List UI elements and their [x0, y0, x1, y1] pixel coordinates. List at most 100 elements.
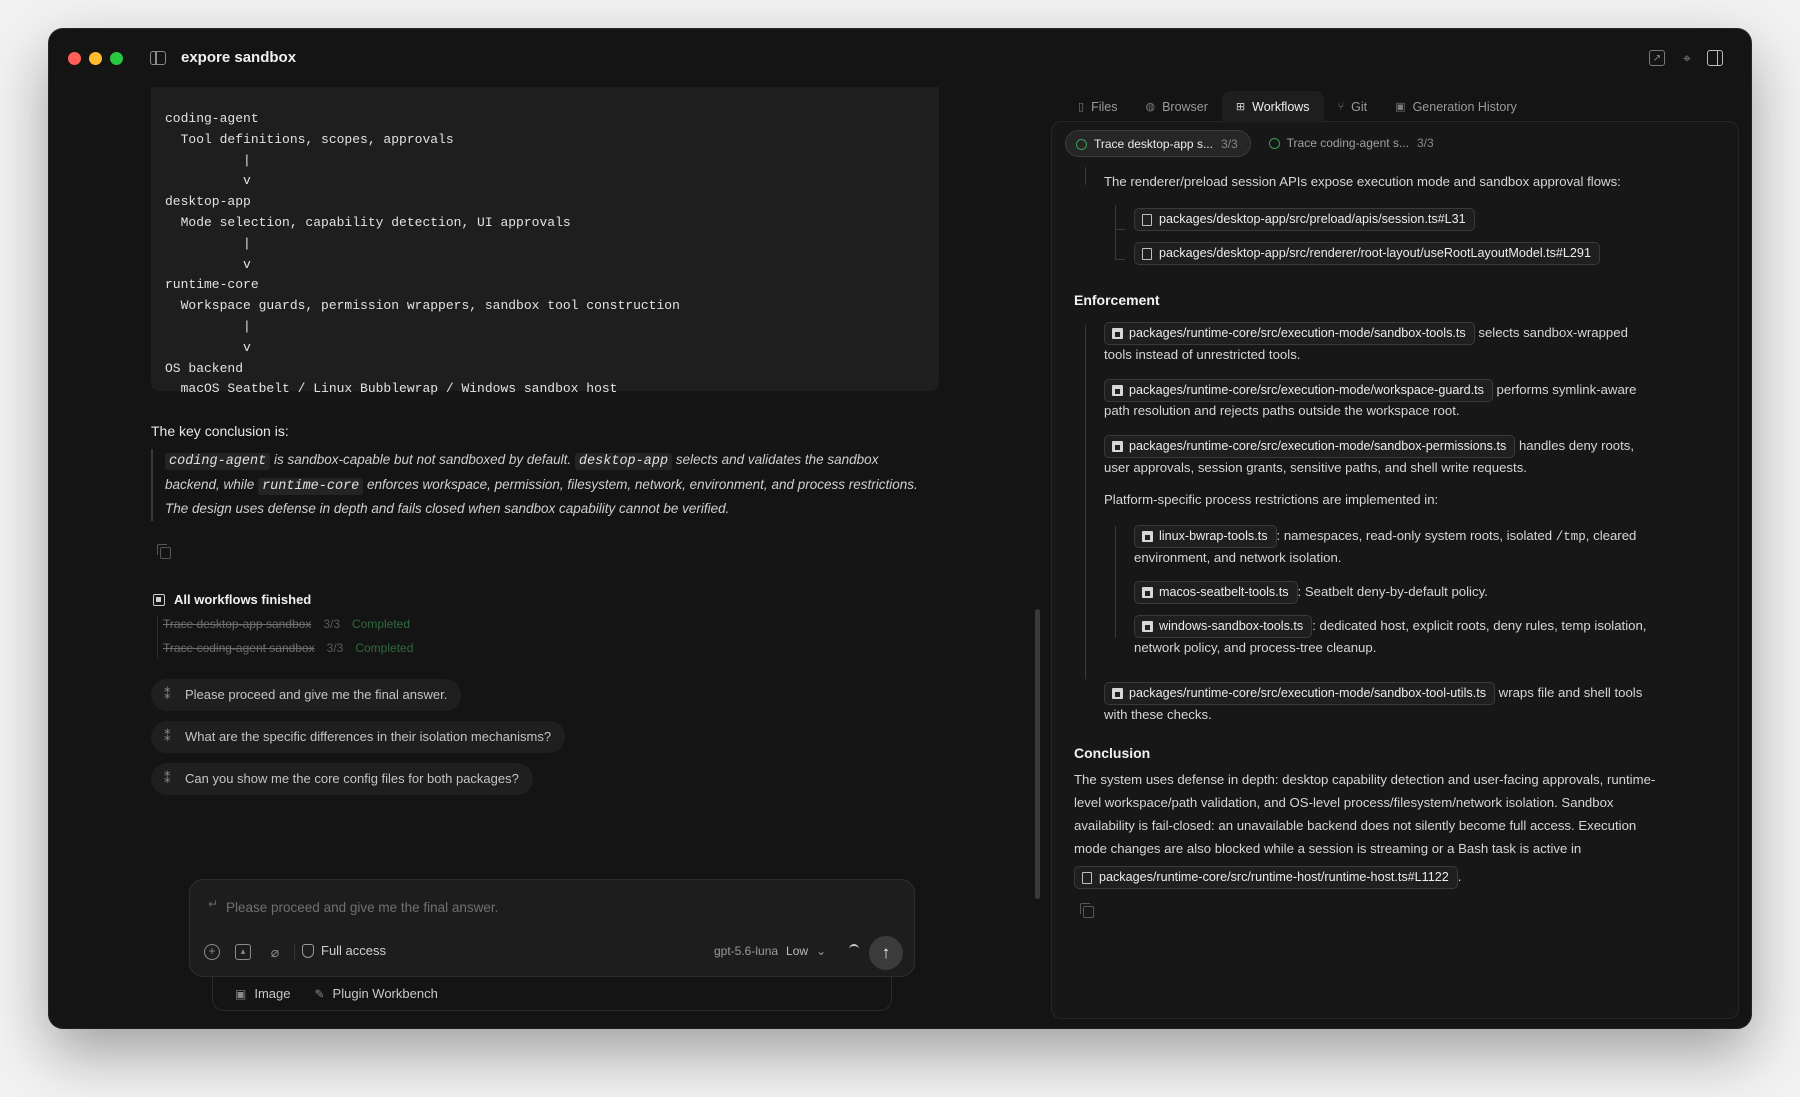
chat-scrollbar[interactable]: [1035, 609, 1040, 899]
conclusion-file-line: packages/runtime-core/src/runtime-host/r…: [1074, 866, 1461, 889]
access-selector[interactable]: Full access: [302, 943, 386, 958]
access-label: Full access: [321, 943, 387, 958]
minimize-window-button[interactable]: [89, 52, 102, 65]
check-circle-icon: [1268, 138, 1280, 149]
conclusion-quote: coding-agent is sandbox-capable but not …: [151, 449, 931, 521]
suggestion-text: Please proceed and give me the final ans…: [185, 687, 448, 702]
typescript-file-icon: [1112, 385, 1123, 396]
platform-item: macos-seatbelt-tools.ts: Seatbelt deny-b…: [1134, 581, 1488, 604]
shield-icon: [302, 943, 314, 958]
conclusion-end: .: [1457, 869, 1462, 884]
right-panel-toggle-icon[interactable]: [1707, 50, 1723, 66]
item-text: with these checks.: [1104, 707, 1212, 722]
image-attach-icon[interactable]: ▴: [235, 944, 251, 960]
share-icon[interactable]: ↗: [1649, 50, 1665, 66]
panel-tabs: ▯ Files ◍ Browser ⊞ Workflows ⑂ Git ▣ Generat…: [1064, 91, 1531, 123]
file-path: linux-bwrap-tools.ts: [1159, 529, 1268, 543]
message-input[interactable]: [226, 896, 886, 918]
tab-workflows[interactable]: ⊞ Workflows: [1221, 91, 1324, 123]
file-chip[interactable]: linux-bwrap-tools.ts: [1134, 525, 1277, 548]
check-circle-icon: [1076, 139, 1087, 150]
enforcement-item: packages/runtime-core/src/execution-mode…: [1104, 379, 1637, 402]
sidebar-toggle-icon[interactable]: [150, 51, 166, 65]
item-text: performs symlink-aware: [1492, 382, 1637, 397]
suggestion-text: Can you show me the core config files fo…: [185, 771, 519, 786]
close-window-button[interactable]: [68, 52, 81, 65]
copy-icon[interactable]: [1080, 903, 1094, 918]
file-icon: ▯: [1078, 101, 1085, 113]
file-chip[interactable]: packages/runtime-core/src/execution-mode…: [1104, 379, 1493, 402]
send-button[interactable]: ↑: [869, 936, 903, 970]
conclusion-text: mode changes are also blocked while a se…: [1074, 841, 1582, 856]
file-path: packages/runtime-core/src/execution-mode…: [1129, 439, 1507, 453]
add-icon[interactable]: +: [204, 944, 220, 960]
tree-line: [1115, 229, 1125, 230]
suggestion-chip[interactable]: ⁑ Can you show me the core config files …: [151, 763, 533, 795]
file-icon: [1142, 214, 1152, 226]
tab-label: Files: [1091, 100, 1118, 114]
zoom-window-button[interactable]: [110, 52, 123, 65]
file-reference[interactable]: packages/desktop-app/src/renderer/root-l…: [1134, 242, 1600, 265]
file-chip[interactable]: packages/desktop-app/src/preload/apis/se…: [1134, 208, 1475, 231]
sparkle-icon: ⁑: [164, 687, 171, 702]
file-chip[interactable]: packages/runtime-core/src/runtime-host/r…: [1074, 866, 1458, 889]
typescript-file-icon: [1112, 441, 1123, 452]
checkbox-icon: [153, 593, 165, 606]
tab-git[interactable]: ⑂ Git: [1324, 91, 1382, 123]
item-text: : dedicated host, explicit roots, deny r…: [1312, 618, 1647, 633]
file-reference[interactable]: packages/desktop-app/src/preload/apis/se…: [1134, 208, 1475, 231]
file-icon: [1082, 872, 1092, 884]
file-path: packages/runtime-core/src/execution-mode…: [1129, 686, 1486, 700]
item-text: network policy, and process-tree cleanup…: [1134, 640, 1377, 655]
file-chip[interactable]: packages/runtime-core/src/execution-mode…: [1104, 435, 1516, 458]
subtab-count: 3/3: [1416, 136, 1434, 150]
workflow-name: Trace desktop-app sandbox: [163, 617, 312, 631]
tab-browser[interactable]: ◍ Browser: [1131, 91, 1221, 123]
file-chip[interactable]: packages/desktop-app/src/renderer/root-l…: [1134, 242, 1600, 265]
workflows-status-label: All workflows finished: [174, 592, 312, 607]
workflow-count: 3/3: [326, 641, 344, 655]
composer-tray: ▣ Image ✎ Plugin Workbench: [212, 977, 892, 1011]
inline-code: coding-agent: [165, 453, 271, 470]
workflow-item: Trace desktop-app sandbox 3/3 Completed: [163, 617, 410, 631]
typescript-file-icon: [1142, 587, 1153, 598]
tree-line: [1085, 167, 1086, 185]
tab-label: Generation History: [1412, 100, 1517, 114]
plugin-workbench-button[interactable]: ✎ Plugin Workbench: [314, 986, 437, 1001]
workflow-item: Trace coding-agent sandbox 3/3 Completed: [163, 641, 413, 655]
tree-line: [1115, 526, 1116, 638]
copy-icon[interactable]: [157, 544, 171, 559]
paperclip-icon[interactable]: ⌀: [267, 944, 283, 960]
image-button[interactable]: ▣ Image: [235, 986, 290, 1001]
item-text: tools instead of unrestricted tools.: [1104, 347, 1301, 362]
subtab-desktop-app[interactable]: Trace desktop-app s... 3/3: [1065, 130, 1251, 157]
model-name: gpt-5.6-luna: [714, 944, 779, 958]
subtab-coding-agent[interactable]: Trace coding-agent s... 3/3: [1259, 130, 1446, 157]
platform-intro: Platform-specific process restrictions a…: [1104, 492, 1439, 507]
code-block-text: coding-agent Tool definitions, scopes, a…: [165, 111, 680, 397]
file-chip[interactable]: packages/runtime-core/src/execution-mode…: [1104, 322, 1475, 345]
workflows-status[interactable]: All workflows finished: [153, 592, 311, 607]
inline-code: runtime-core: [258, 477, 364, 495]
git-branch-icon: ⑂: [1337, 101, 1345, 113]
file-chip[interactable]: packages/runtime-core/src/execution-mode…: [1104, 682, 1495, 705]
file-chip[interactable]: macos-seatbelt-tools.ts: [1134, 581, 1298, 604]
platform-item: windows-sandbox-tools.ts: dedicated host…: [1134, 615, 1646, 638]
workflow-status: Completed: [355, 641, 414, 655]
item-text: handles deny roots,: [1515, 438, 1635, 453]
subtab-label: Trace desktop-app s...: [1094, 137, 1213, 151]
model-selector[interactable]: gpt-5.6-luna Low ⌄: [714, 944, 826, 958]
item-text: selects sandbox-wrapped: [1474, 325, 1628, 340]
file-chip[interactable]: windows-sandbox-tools.ts: [1134, 615, 1313, 638]
item-text: user approvals, session grants, sensitiv…: [1104, 460, 1527, 475]
suggestion-chip[interactable]: ⁑ Please proceed and give me the final a…: [151, 679, 462, 711]
tab-files[interactable]: ▯ Files: [1064, 91, 1131, 123]
item-text: , cleared: [1585, 528, 1637, 543]
tab-generation-history[interactable]: ▣ Generation History: [1381, 91, 1531, 123]
suggestion-chip[interactable]: ⁑ What are the specific differences in t…: [151, 721, 566, 753]
loading-spinner-icon: [849, 944, 859, 954]
file-path: packages/runtime-core/src/runtime-host/r…: [1099, 870, 1449, 884]
pin-icon[interactable]: ⌖: [1679, 50, 1695, 66]
subtab-count: 3/3: [1220, 137, 1238, 151]
workflow-name: Trace coding-agent sandbox: [163, 641, 315, 655]
